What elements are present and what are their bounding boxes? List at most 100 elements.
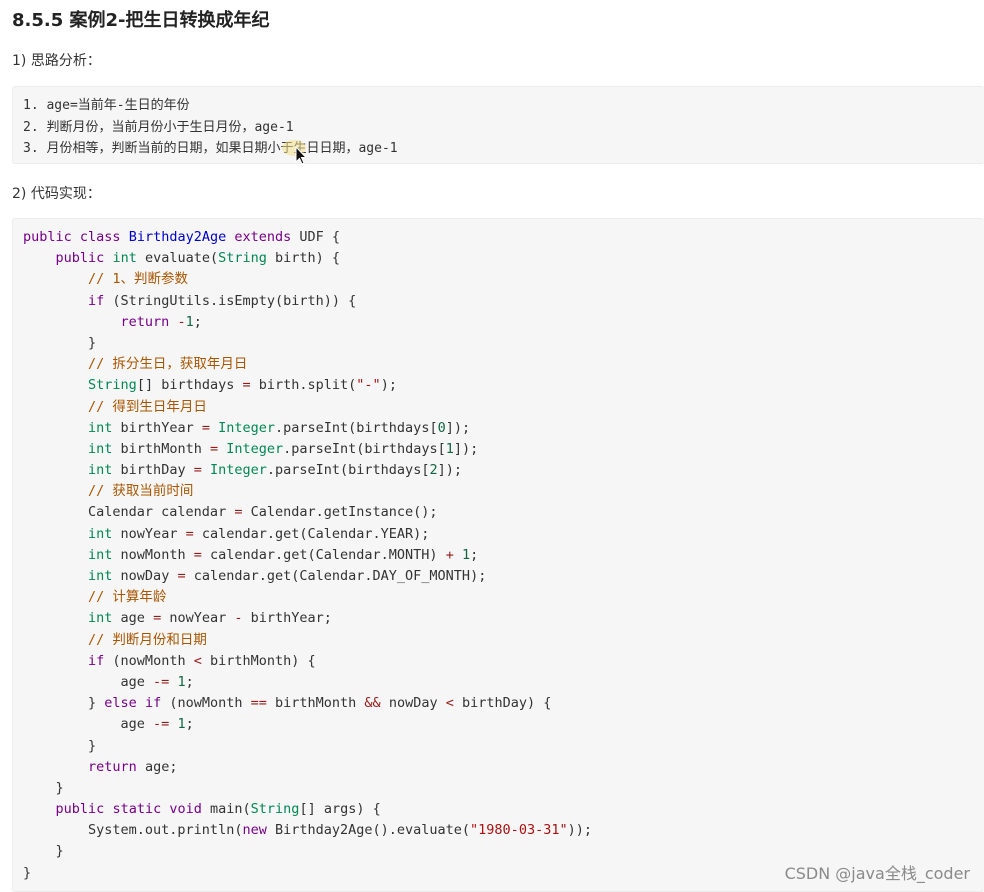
- analysis-step: 1. age=当前年-生日的年份: [23, 98, 190, 113]
- code-token: calendar.get(Calendar.DAY_OF_MONTH);: [185, 568, 487, 584]
- code-token: Birthday2Age: [128, 229, 227, 245]
- code-token: ;: [185, 673, 194, 690]
- code-token: 1: [177, 716, 186, 733]
- code-line: int birthMonth = Integer.parseInt(birthd…: [23, 439, 592, 460]
- code-line: age -= 1;: [23, 714, 592, 735]
- code-line: return age;: [23, 757, 592, 778]
- code-line: int nowYear = calendar.get(Calendar.YEAR…: [23, 524, 592, 545]
- code-token: return: [120, 313, 170, 330]
- code-line: // 拆分生日，获取年月日: [23, 354, 592, 375]
- code-token: static: [112, 801, 162, 818]
- code-token: int: [88, 525, 113, 542]
- code-token: =: [193, 462, 202, 479]
- code-token: ]);: [445, 419, 471, 436]
- code-token: // 判断月份和日期: [88, 631, 207, 648]
- code-line: }: [23, 863, 592, 884]
- code-token: =: [185, 525, 194, 542]
- code-token: int: [88, 568, 113, 584]
- code-token: // 1、判断参数: [88, 271, 189, 288]
- code-token: extends: [234, 229, 292, 245]
- code-token: -: [177, 313, 186, 330]
- code-token: birthDay) {: [453, 695, 552, 712]
- analysis-step: 2. 判断月份，当前月份小于生日月份，age-1: [23, 119, 294, 135]
- code-token: String: [250, 801, 300, 818]
- code-token: birthDay: [112, 462, 194, 479]
- code-token: ]);: [437, 462, 462, 479]
- code-line: // 得到生日年月日: [23, 397, 592, 418]
- code-token: birthYear;: [242, 610, 332, 627]
- code-token: "1980-03-31": [470, 822, 568, 839]
- code-token: Birthday2Age().evaluate(: [266, 822, 471, 839]
- code-token: =: [242, 377, 251, 394]
- code-token: );: [380, 377, 397, 394]
- code-line: if (nowMonth < birthMonth) {: [23, 651, 592, 672]
- code-token: if: [144, 695, 162, 712]
- code-token: // 拆分生日，获取年月日: [88, 356, 248, 373]
- code-token: Calendar calendar: [23, 504, 235, 521]
- code-token: birth.split(: [250, 377, 357, 394]
- code-line: } else if (nowMonth == birthMonth && now…: [23, 693, 592, 714]
- code-token: birthYear: [112, 419, 202, 436]
- code-token: Integer: [209, 462, 267, 479]
- code-line: public int evaluate(String birth) {: [23, 248, 592, 269]
- code-token: -=: [153, 673, 170, 690]
- code-token: ==: [250, 695, 267, 712]
- code-token: System.out.println(: [23, 822, 243, 839]
- code-line: int nowDay = calendar.get(Calendar.DAY_O…: [23, 566, 592, 587]
- code-token: UDF {: [291, 229, 341, 245]
- code-token: =: [209, 440, 219, 457]
- code-token: -: [234, 610, 243, 627]
- code-token: nowDay: [112, 568, 178, 584]
- code-token: (StringUtils.isEmpty(birth)) {: [104, 292, 357, 309]
- mouse-pointer-icon: [282, 140, 308, 165]
- code-line: public static void main(String[] args) {: [23, 799, 592, 820]
- code-token: // 获取当前时间: [88, 483, 194, 500]
- code-line: int birthDay = Integer.parseInt(birthday…: [23, 460, 592, 481]
- code-token: 1: [185, 313, 194, 330]
- code-line: return -1;: [23, 312, 592, 333]
- code-token: -=: [153, 716, 170, 733]
- code-token: &&: [364, 695, 381, 712]
- code-token: int: [88, 610, 113, 627]
- code-token: ;: [185, 716, 194, 733]
- code-token: class: [79, 229, 121, 245]
- code-token: void: [169, 801, 202, 818]
- code-token: int: [88, 546, 113, 563]
- code-line: }: [23, 841, 592, 862]
- code-token: .parseInt(birthdays[: [266, 462, 430, 479]
- code-token: 2: [429, 462, 438, 479]
- code-line: if (StringUtils.isEmpty(birth)) {: [23, 291, 592, 312]
- code-line: age -= 1;: [23, 672, 592, 693]
- code-token: Integer: [226, 440, 284, 457]
- code-token: main(: [201, 801, 251, 818]
- code-token: int: [88, 419, 113, 436]
- code-token: [] birthdays: [136, 377, 243, 394]
- code-token: calendar.get(Calendar.MONTH): [201, 546, 446, 563]
- code-line: // 计算年龄: [23, 587, 592, 608]
- code-token: }: [23, 779, 64, 796]
- analysis-step: 3. 月份相等，判断当前的日期，如果日期小于生日日期，age-1: [23, 141, 398, 156]
- section-heading: 8.5.5 案例2-把生日转换成年纪: [12, 10, 270, 31]
- code-token: [] args) {: [299, 801, 381, 818]
- code-token: if: [88, 292, 105, 309]
- code-token: age: [23, 716, 154, 733]
- code-token: nowMonth: [112, 546, 194, 563]
- code-line: public class Birthday2Age extends UDF {: [23, 227, 592, 248]
- code-token: ));: [567, 822, 592, 839]
- code-token: age: [112, 610, 154, 627]
- code-token: 0: [437, 419, 446, 436]
